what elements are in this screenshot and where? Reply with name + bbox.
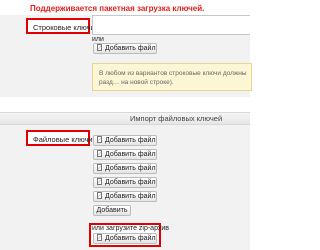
add-file-label: Добавить файл bbox=[105, 235, 156, 242]
add-file-label: Добавить файл bbox=[105, 45, 156, 52]
add-file-label: Добавить файл bbox=[105, 165, 156, 172]
add-file-button-3[interactable]: Добавить файл bbox=[93, 163, 157, 174]
add-file-label: Добавить файл bbox=[105, 151, 156, 158]
string-keys-info-box: В любом из вариантов строковые ключи дол… bbox=[92, 63, 252, 91]
file-icon bbox=[97, 136, 102, 143]
add-file-button-1[interactable]: Добавить файл bbox=[93, 135, 157, 146]
string-keys-panel: Строковые ключи? или Добавить файл В люб… bbox=[0, 15, 252, 97]
file-keys-label: Файловые ключи bbox=[33, 135, 93, 144]
zip-upload-highlight: или загрузите zip-архив Добавить файл bbox=[89, 223, 169, 247]
string-keys-label-highlight: Строковые ключи? bbox=[26, 18, 105, 34]
add-file-button-4[interactable]: Добавить файл bbox=[93, 177, 157, 188]
file-icon bbox=[97, 150, 102, 157]
zip-add-file-button[interactable]: Добавить файл bbox=[93, 233, 157, 244]
import-section-header: Импорт файловых ключей bbox=[0, 112, 250, 125]
string-keys-label: Строковые ключи bbox=[33, 23, 95, 32]
file-keys-label-highlight: Файловые ключи? bbox=[26, 130, 103, 146]
string-keys-add-file-button[interactable]: Добавить файл bbox=[93, 43, 157, 54]
file-icon bbox=[97, 164, 102, 171]
add-file-button-2[interactable]: Добавить файл bbox=[93, 149, 157, 160]
add-file-label: Добавить файл bbox=[105, 137, 156, 144]
add-button[interactable]: Добавить bbox=[93, 205, 131, 216]
file-icon bbox=[97, 234, 102, 241]
file-icon bbox=[97, 192, 102, 199]
section-title: Импорт файловых ключей bbox=[130, 114, 223, 123]
batch-upload-notice: Поддерживается пакетная загрузка ключей. bbox=[30, 4, 205, 13]
add-file-label: Добавить файл bbox=[105, 193, 156, 200]
file-keys-panel: Файловые ключи? Добавить файл Добавить ф… bbox=[0, 125, 250, 250]
or-text: или bbox=[92, 36, 104, 43]
add-file-label: Добавить файл bbox=[105, 179, 156, 186]
file-icon bbox=[97, 44, 102, 51]
add-file-button-5[interactable]: Добавить файл bbox=[93, 191, 157, 202]
string-keys-input[interactable] bbox=[92, 15, 250, 35]
file-icon bbox=[97, 178, 102, 185]
zip-upload-text: или загрузите zip-архив bbox=[92, 225, 170, 232]
